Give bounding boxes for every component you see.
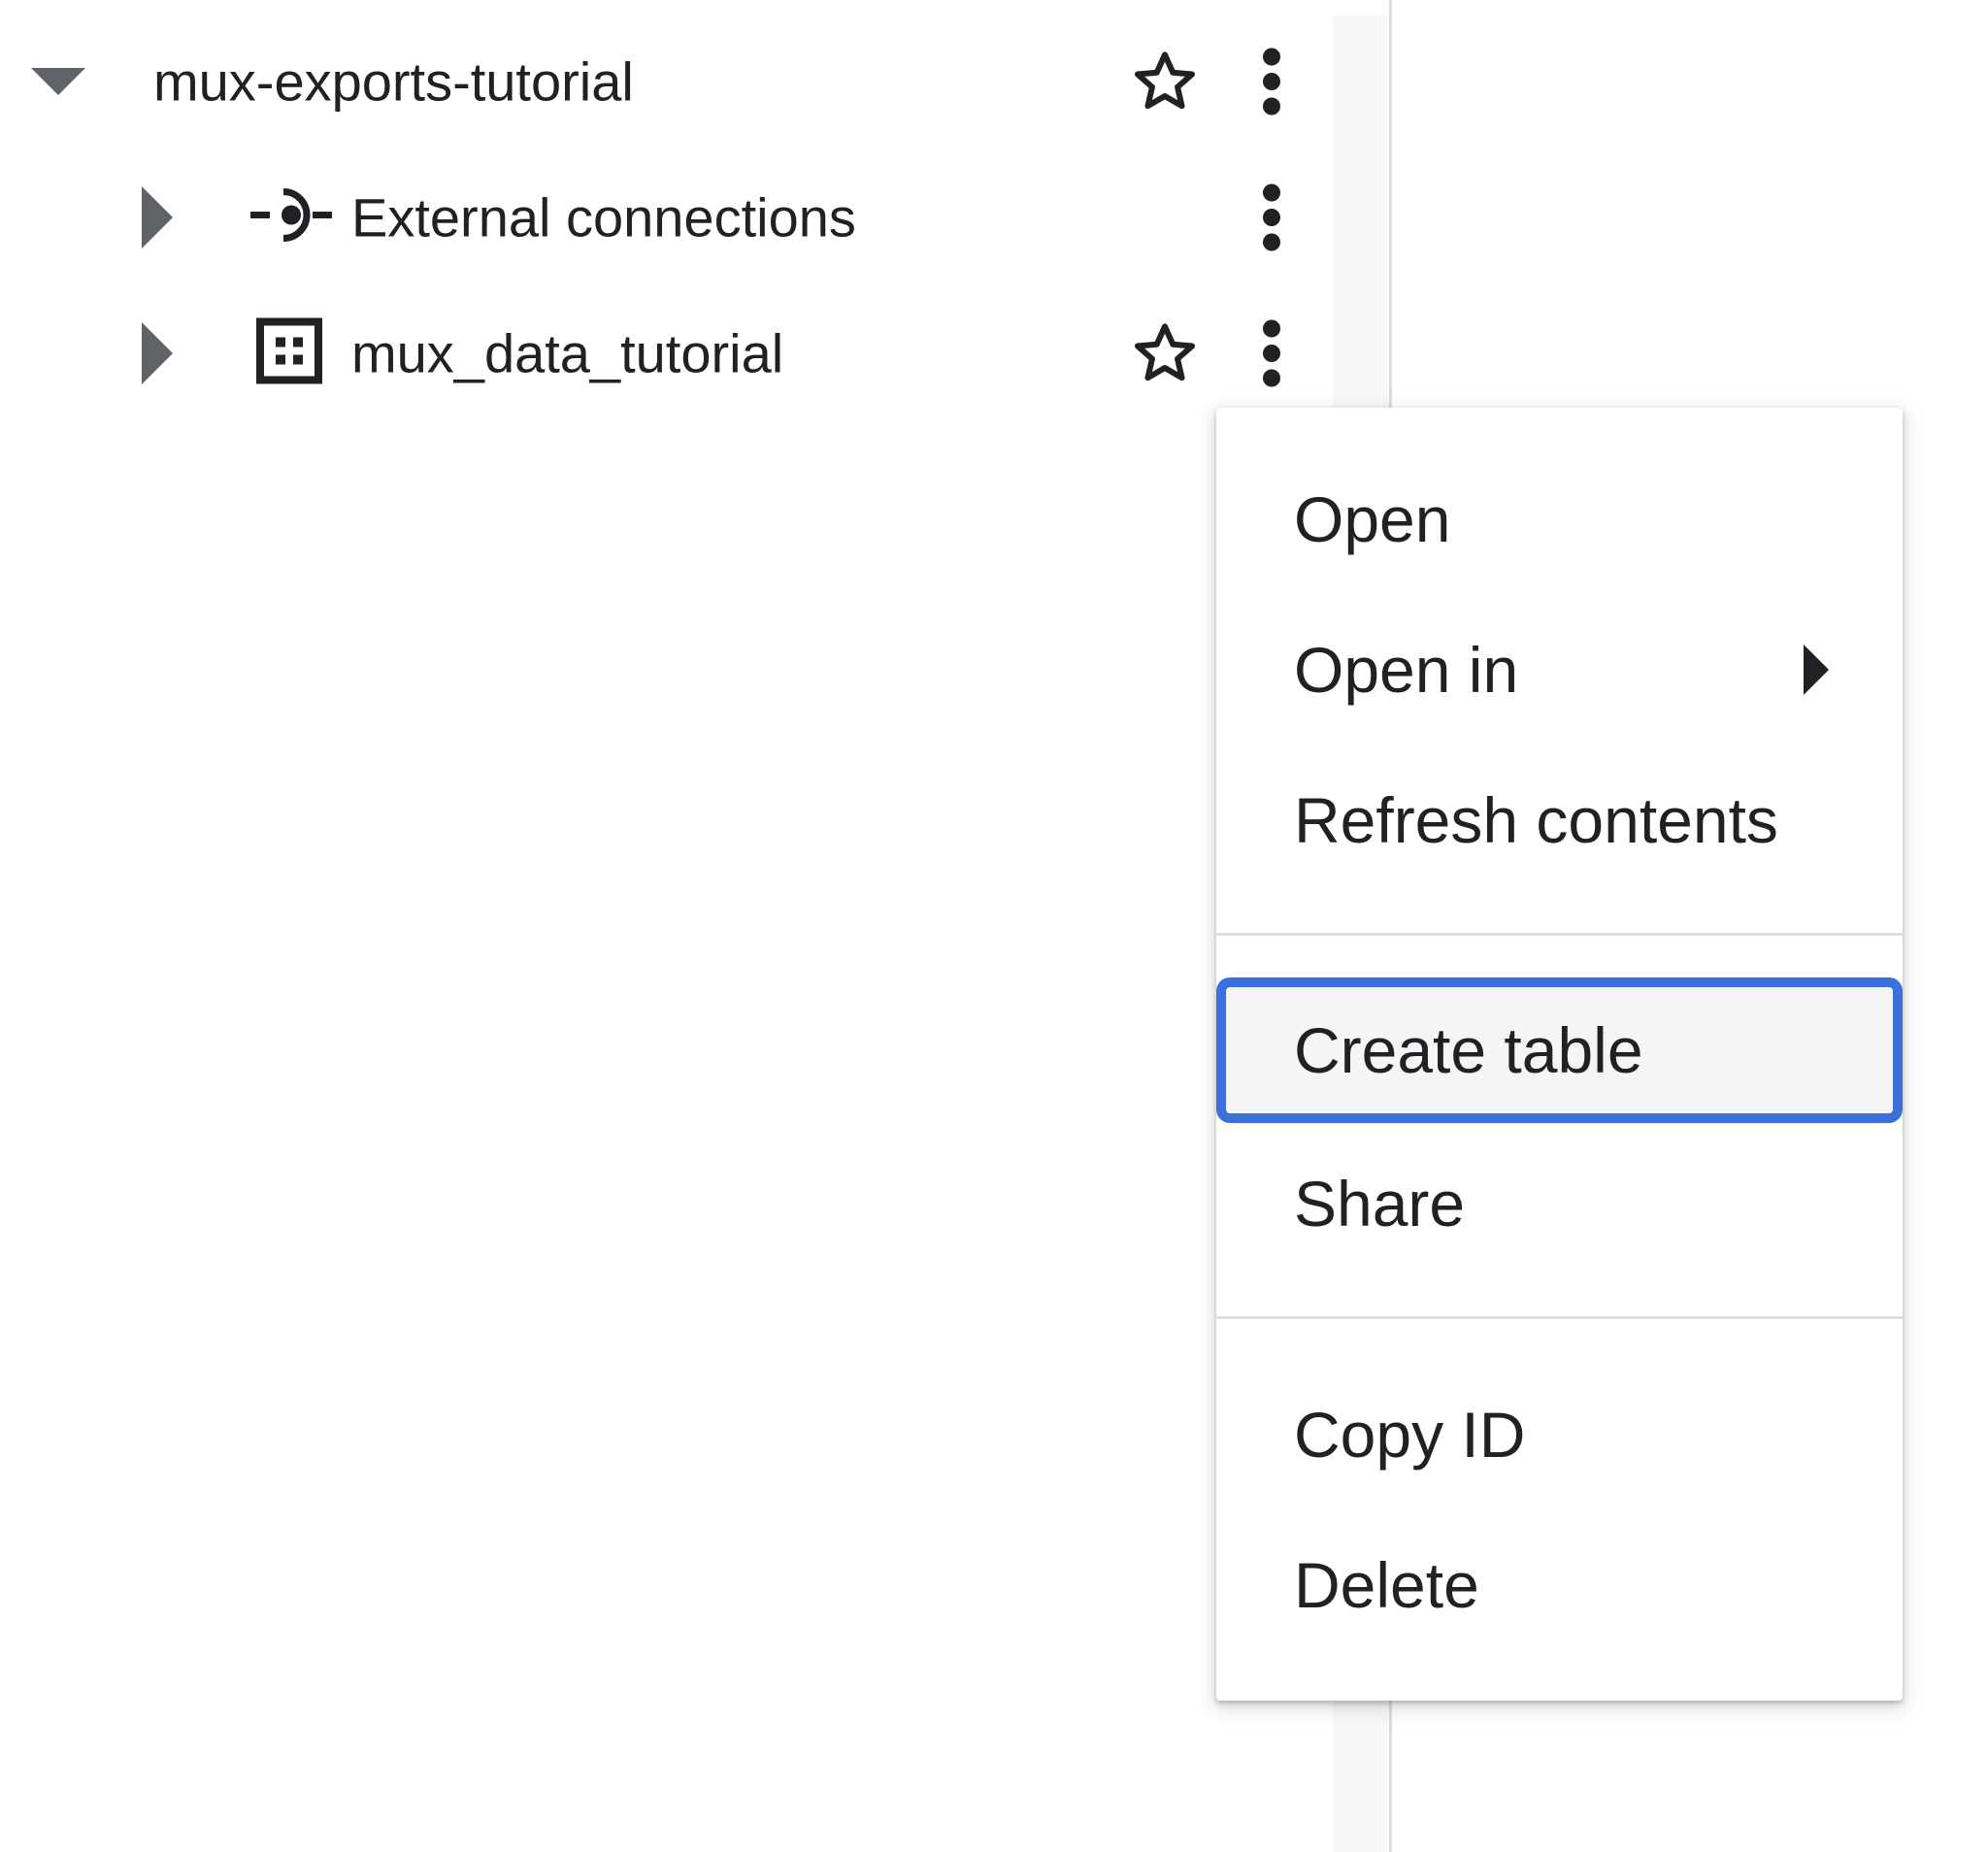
menu-item-create-table[interactable]: Create table <box>1216 977 1903 1123</box>
submenu-arrow-icon <box>1804 645 1829 695</box>
menu-item-copy-id[interactable]: Copy ID <box>1216 1362 1903 1507</box>
caret-right-icon[interactable] <box>142 322 173 384</box>
menu-item-label: Create table <box>1294 1014 1643 1086</box>
more-vert-icon[interactable] <box>1252 314 1291 392</box>
dataset-icon <box>256 317 322 389</box>
menu-item-label: Copy ID <box>1294 1399 1526 1471</box>
menu-item-label: Open <box>1294 483 1451 555</box>
menu-item-label: Open in <box>1294 634 1519 706</box>
tree-row-dataset[interactable]: mux_data_tutorial <box>0 295 1330 412</box>
menu-item-refresh-contents[interactable]: Refresh contents <box>1216 747 1903 893</box>
menu-divider <box>1216 1316 1903 1319</box>
more-vert-icon[interactable] <box>1252 43 1291 120</box>
dataset-label: mux_data_tutorial <box>351 322 784 384</box>
menu-item-open[interactable]: Open <box>1216 446 1903 592</box>
menu-item-share[interactable]: Share <box>1216 1131 1903 1276</box>
external-connection-icon <box>250 184 332 251</box>
tree-row-project[interactable]: mux-exports-tutorial <box>0 23 1330 140</box>
caret-right-icon[interactable] <box>142 186 173 248</box>
menu-item-delete[interactable]: Delete <box>1216 1512 1903 1658</box>
project-name: mux-exports-tutorial <box>153 50 634 113</box>
menu-item-open-in[interactable]: Open in <box>1216 597 1903 743</box>
star-outline-icon[interactable] <box>1126 43 1204 120</box>
menu-item-label: Delete <box>1294 1549 1479 1621</box>
menu-item-label: Share <box>1294 1168 1466 1240</box>
more-vert-icon[interactable] <box>1252 179 1291 256</box>
caret-down-icon[interactable] <box>31 68 85 95</box>
external-connections-label: External connections <box>351 186 856 248</box>
menu-divider <box>1216 933 1903 936</box>
tree-row-external-connections[interactable]: External connections <box>0 159 1330 276</box>
star-outline-icon[interactable] <box>1126 314 1204 392</box>
menu-item-label: Refresh contents <box>1294 784 1778 856</box>
context-menu: Open Open in Refresh contents Create tab… <box>1216 408 1903 1701</box>
app-root: mux-exports-tutorial External connection… <box>0 0 1988 1852</box>
